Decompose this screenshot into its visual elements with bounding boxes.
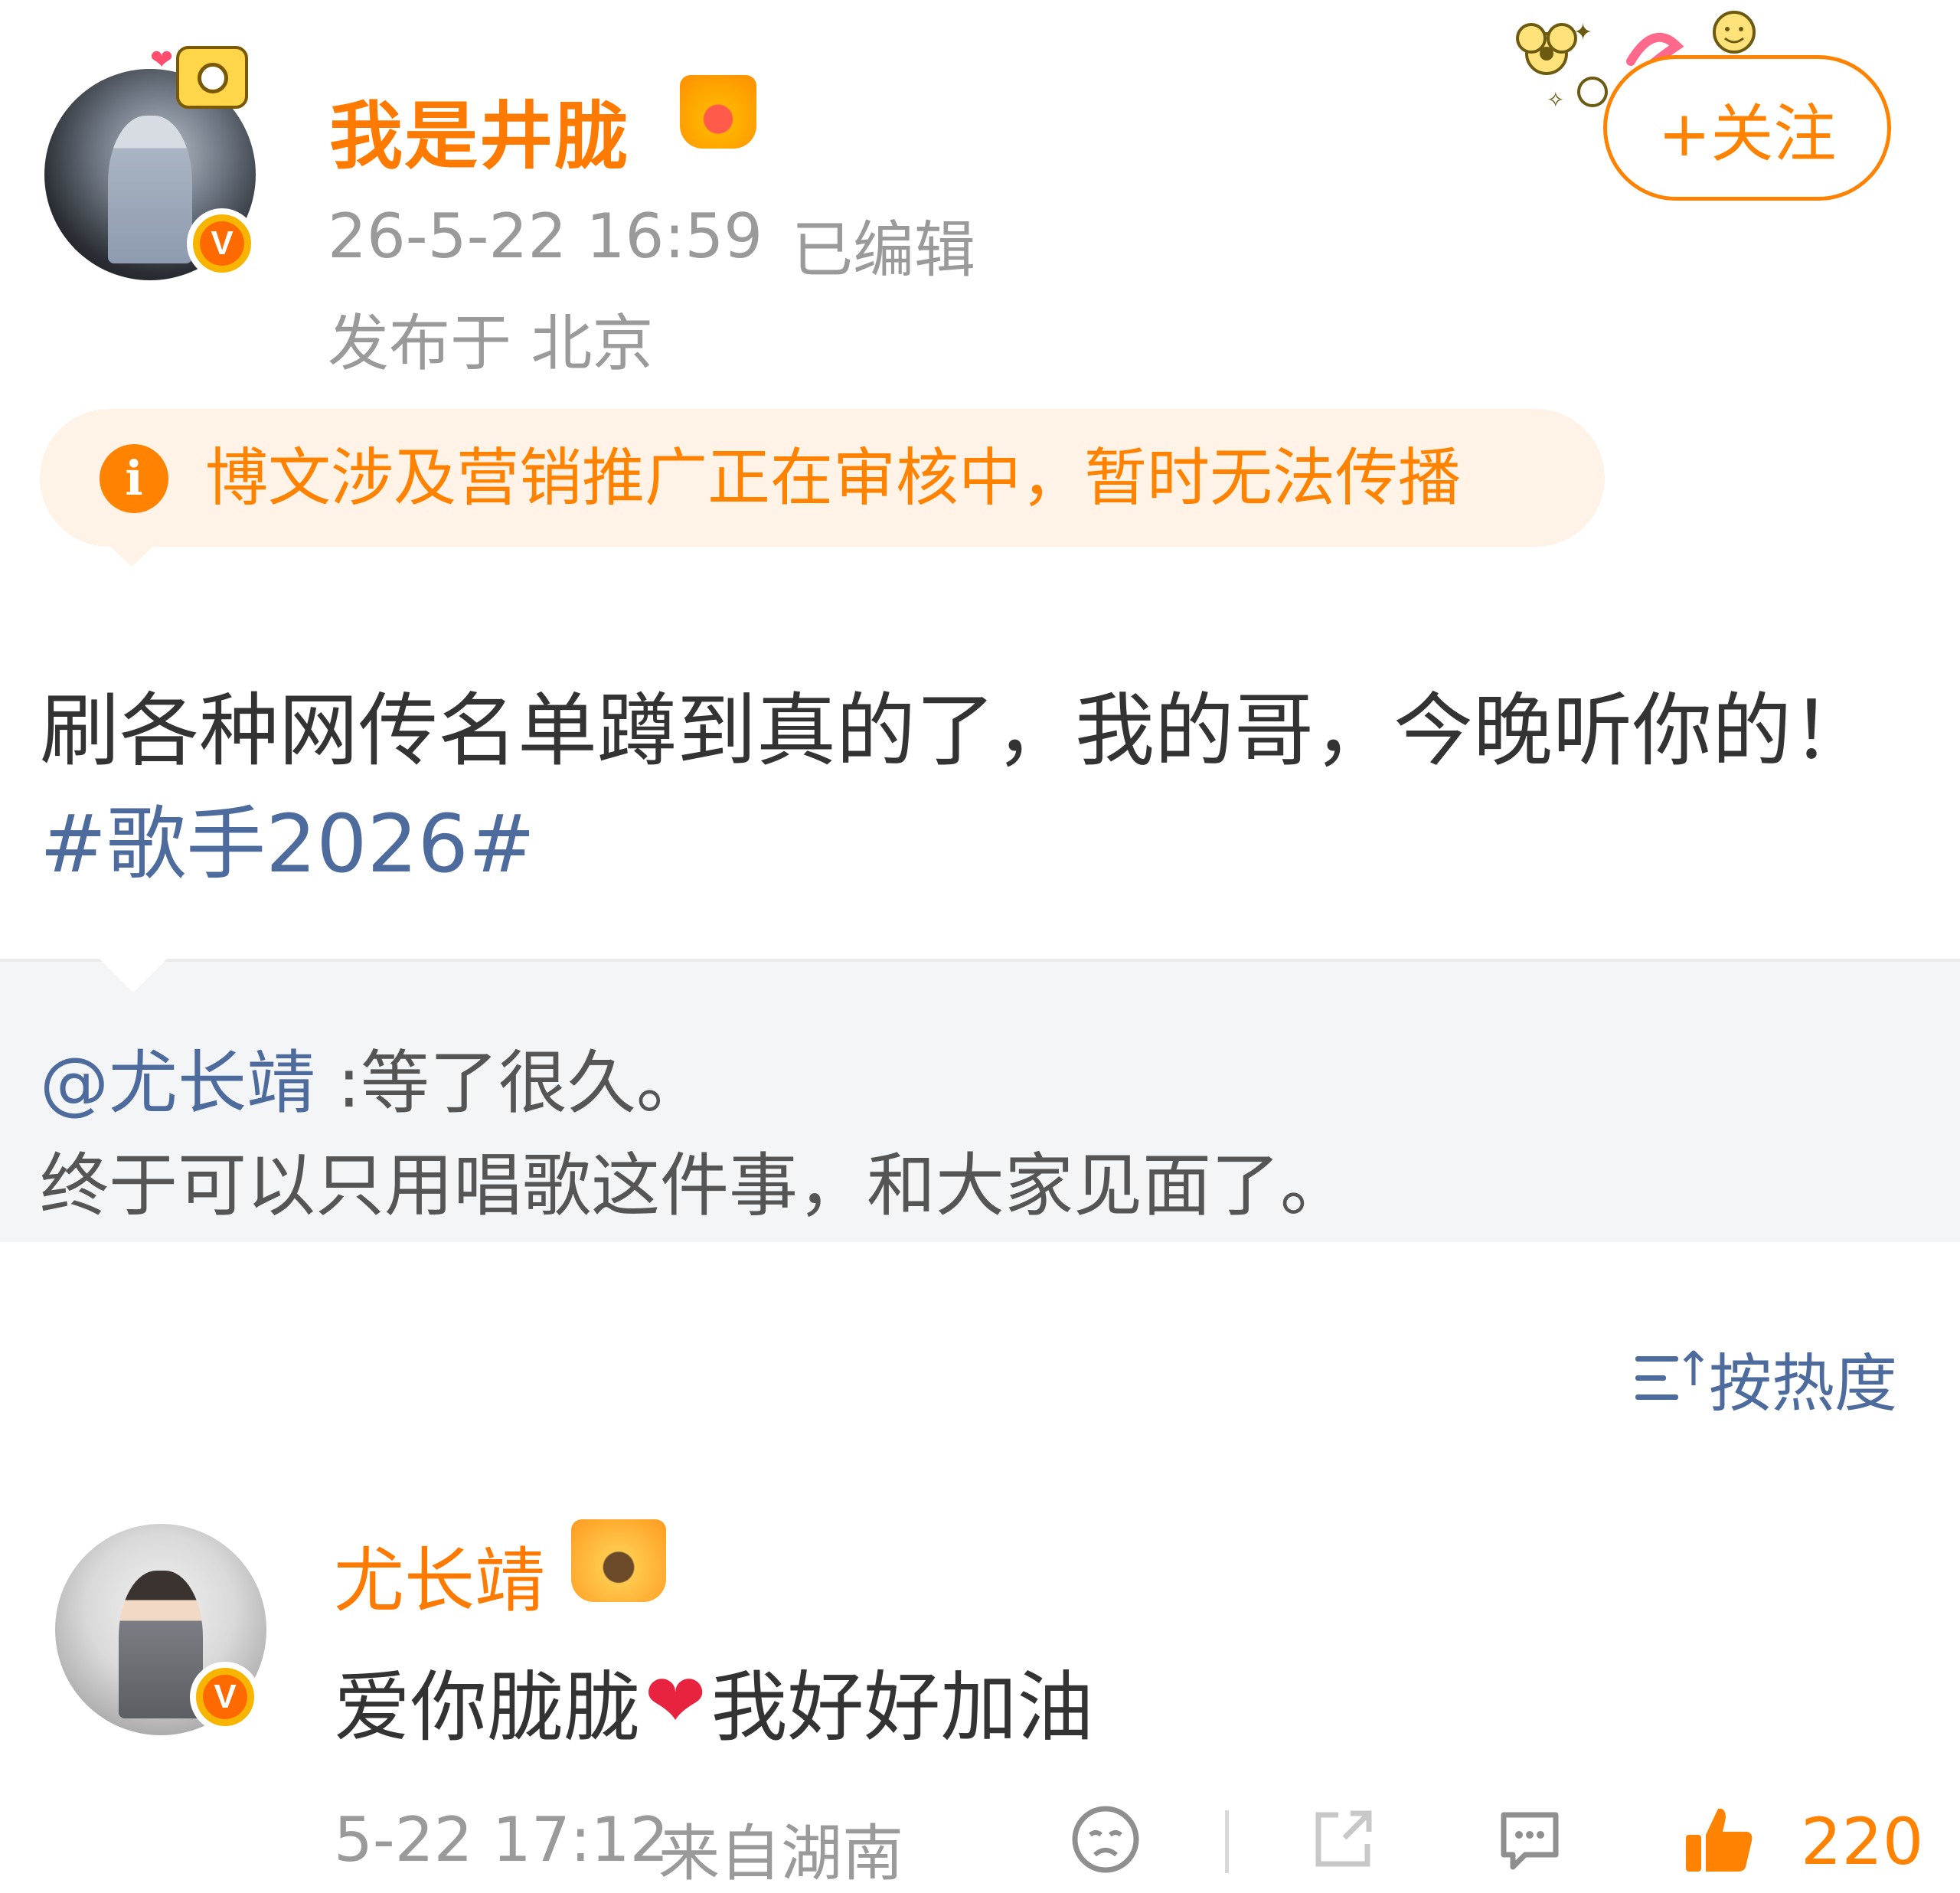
svg-text:✦: ✦ (1573, 19, 1592, 46)
share-icon[interactable] (1308, 1804, 1378, 1875)
commenter-name[interactable]: 尤长靖 (334, 1524, 545, 1626)
follow-button[interactable]: +关注 (1603, 55, 1891, 201)
heart-decoration-icon: ❤ (150, 44, 174, 76)
quote-notch (98, 957, 168, 992)
comment-location: 来自湖南 (658, 1818, 903, 1889)
quoted-text: @尤长靖 :等了很久。 终于可以只用唱歌这件事，和大家见面了。 (40, 1032, 1908, 1237)
action-divider (1225, 1810, 1229, 1873)
comment-text-part1: 爱你胧胧 (334, 1663, 640, 1752)
edited-label[interactable]: 已编辑 (792, 201, 975, 289)
crown-badge-icon (680, 75, 756, 149)
topic-link[interactable]: #歌手2026# (40, 797, 535, 891)
camera-decoration-icon (176, 46, 248, 109)
post-location: 发布于 北京 (328, 308, 654, 379)
post-text: 刷各种网传名单蹲到真的了，我的哥，今晚听你的！ (40, 684, 1872, 777)
avatar-photo (107, 115, 193, 263)
thumbs-up-icon[interactable] (1681, 1801, 1758, 1878)
quote-line-1: :等了很久。 (315, 1043, 705, 1123)
info-icon: i (100, 444, 168, 513)
like-count: 220 (1801, 1804, 1924, 1879)
author-name[interactable]: 我是井胧 (329, 77, 629, 183)
crown-badge-icon (571, 1519, 666, 1602)
comment-text-part2: 我好好加油 (710, 1663, 1094, 1752)
sad-face-icon[interactable] (1070, 1804, 1141, 1875)
review-notice-text: 博文涉及营销推广正在审核中，暂时无法传播 (205, 442, 1462, 515)
heart-emoji-icon: ❤ (645, 1657, 707, 1744)
verified-badge-icon: V (187, 208, 257, 279)
post-timestamp: 26-5-22 16:59 (328, 201, 763, 272)
quote-line-2: 终于可以只用唱歌这件事，和大家见面了。 (40, 1146, 1349, 1226)
post-body: 刷各种网传名单蹲到真的了，我的哥，今晚听你的！ #歌手2026# (40, 674, 1893, 901)
sort-icon: ↑ (1635, 1341, 1713, 1405)
comment-icon[interactable] (1494, 1804, 1565, 1875)
notice-tail (107, 544, 156, 567)
comment-timestamp: 5-22 17:12 (334, 1804, 669, 1875)
verified-badge-icon: V (190, 1662, 260, 1732)
comment-text: 爱你胧胧 ❤ 我好好加油 (334, 1645, 1093, 1756)
mention-link[interactable]: @尤长靖 (40, 1043, 315, 1123)
sort-label: 按热度 (1709, 1348, 1898, 1421)
sort-by-hot-button[interactable]: ↑ 按热度 (1635, 1332, 1897, 1424)
svg-text:✧: ✧ (1547, 87, 1564, 113)
